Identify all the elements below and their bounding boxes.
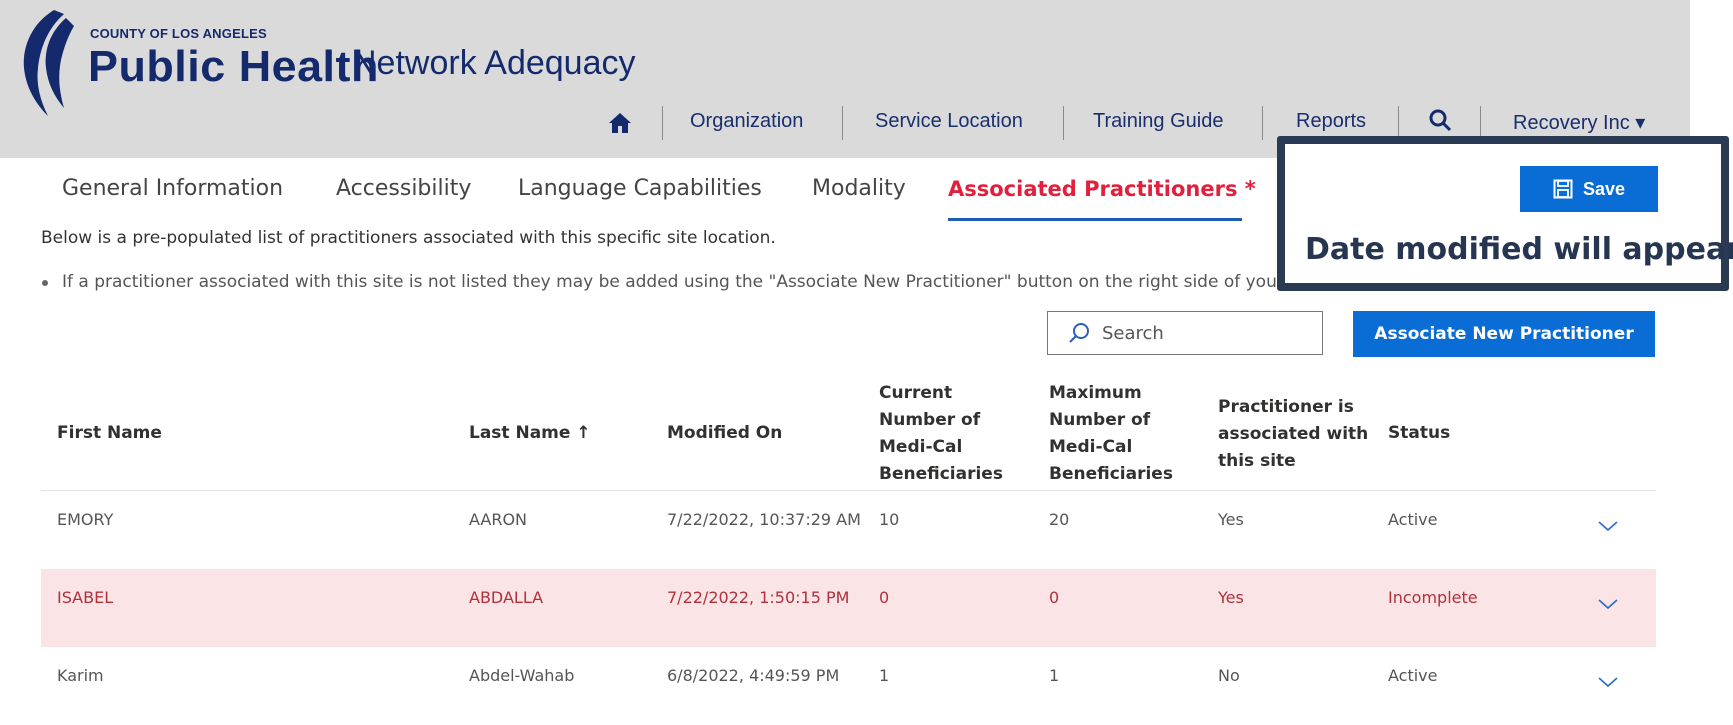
col-first-name[interactable]: First Name xyxy=(57,420,162,447)
active-tab-indicator xyxy=(948,218,1242,221)
cell-current: 1 xyxy=(879,666,890,685)
annotation-callout xyxy=(1277,136,1729,291)
bullet-marker xyxy=(42,280,48,286)
cell-current: 10 xyxy=(879,510,900,529)
col-current-beneficiaries[interactable]: Current Number of Medi-Cal Beneficiaries xyxy=(879,380,1003,488)
table-row[interactable]: Karim Abdel-Wahab 6/8/2022, 4:49:59 PM 1… xyxy=(41,647,1656,725)
nav-training-guide[interactable]: Training Guide xyxy=(1093,110,1223,133)
cell-associated: No xyxy=(1218,666,1240,685)
tab-modality[interactable]: Modality xyxy=(812,176,906,201)
col-associated-line: this site xyxy=(1218,451,1296,471)
cell-modified-on: 7/22/2022, 10:37:29 AM xyxy=(667,510,861,529)
col-modified-on[interactable]: Modified On xyxy=(667,420,782,447)
cell-maximum: 0 xyxy=(1049,588,1060,607)
nav-divider xyxy=(1063,106,1064,140)
cell-status: Active xyxy=(1388,666,1438,685)
col-maximum-line: Beneficiaries xyxy=(1049,464,1173,484)
col-status[interactable]: Status xyxy=(1388,420,1450,447)
cell-last-name: ABDALLA xyxy=(469,588,544,607)
tab-associated-practitioners[interactable]: Associated Practitioners * xyxy=(948,177,1256,201)
cell-associated: Yes xyxy=(1218,588,1244,607)
intro-text: Below is a pre-populated list of practit… xyxy=(41,228,776,248)
col-current-line: Current xyxy=(879,383,953,403)
cell-maximum: 1 xyxy=(1049,666,1060,685)
org-name-logo[interactable]: Public Health xyxy=(88,42,379,92)
app-title: Network Adequacy xyxy=(352,44,636,82)
cell-modified-on: 7/22/2022, 1:50:15 PM xyxy=(667,588,850,607)
org-line: COUNTY OF LOS ANGELES xyxy=(90,26,267,41)
cell-current: 0 xyxy=(879,588,890,607)
nav-divider xyxy=(662,106,663,140)
col-current-line: Number of xyxy=(879,410,981,430)
col-current-line: Beneficiaries xyxy=(879,464,1003,484)
associate-new-practitioner-button[interactable]: Associate New Practitioner xyxy=(1353,311,1655,357)
table-row[interactable]: EMORY AARON 7/22/2022, 10:37:29 AM 10 20… xyxy=(41,491,1656,569)
table-row[interactable]: ISABEL ABDALLA 7/22/2022, 1:50:15 PM 0 0… xyxy=(41,569,1656,647)
cell-last-name: Abdel-Wahab xyxy=(469,666,575,685)
col-associated-line: Practitioner is xyxy=(1218,397,1354,417)
instruction-bullet: If a practitioner associated with this s… xyxy=(62,272,1352,292)
col-maximum-beneficiaries[interactable]: Maximum Number of Medi-Cal Beneficiaries xyxy=(1049,380,1173,488)
col-maximum-line: Number of xyxy=(1049,410,1151,430)
search-input[interactable] xyxy=(1100,321,1304,345)
save-icon xyxy=(1553,179,1573,199)
tab-accessibility[interactable]: Accessibility xyxy=(336,176,471,201)
col-current-line: Medi-Cal xyxy=(879,437,963,457)
search-box[interactable] xyxy=(1047,311,1323,355)
county-seal-icon xyxy=(23,10,74,116)
search-icon[interactable] xyxy=(1428,108,1452,132)
save-label: Save xyxy=(1582,178,1626,199)
col-associated-line: associated with xyxy=(1218,424,1369,444)
col-maximum-line: Maximum xyxy=(1049,383,1142,403)
chevron-down-icon[interactable] xyxy=(1597,597,1619,611)
cell-last-name: AARON xyxy=(469,510,528,529)
nav-divider xyxy=(1398,106,1399,140)
account-menu[interactable]: Recovery Inc ▾ xyxy=(1513,110,1645,135)
chevron-down-icon[interactable] xyxy=(1597,675,1619,689)
col-associated-with-site[interactable]: Practitioner is associated with this sit… xyxy=(1218,394,1368,475)
col-last-name[interactable]: Last Name ↑ xyxy=(469,420,591,447)
chevron-down-icon[interactable] xyxy=(1597,519,1619,533)
nav-divider xyxy=(1480,106,1481,140)
cell-first-name: EMORY xyxy=(57,510,114,529)
cell-maximum: 20 xyxy=(1049,510,1070,529)
save-button[interactable]: Save xyxy=(1520,166,1658,212)
cell-modified-on: 6/8/2022, 4:49:59 PM xyxy=(667,666,840,685)
nav-reports[interactable]: Reports xyxy=(1296,110,1366,133)
cell-associated: Yes xyxy=(1218,510,1244,529)
cell-status: Active xyxy=(1388,510,1438,529)
cell-first-name: Karim xyxy=(57,666,104,685)
nav-divider xyxy=(842,106,843,140)
cell-first-name: ISABEL xyxy=(57,588,114,607)
nav-divider xyxy=(1262,106,1263,140)
callout-text: Date modified will appear xyxy=(1305,232,1733,267)
tab-general-information[interactable]: General Information xyxy=(62,176,283,201)
site-header: COUNTY OF LOS ANGELES Public Health Netw… xyxy=(0,0,1690,158)
tab-language-capabilities[interactable]: Language Capabilities xyxy=(518,176,762,201)
cell-status: Incomplete xyxy=(1388,588,1478,607)
home-icon[interactable] xyxy=(608,112,632,134)
nav-service-location[interactable]: Service Location xyxy=(875,110,1023,133)
col-maximum-line: Medi-Cal xyxy=(1049,437,1133,457)
search-icon xyxy=(1069,323,1089,343)
nav-organization[interactable]: Organization xyxy=(690,110,803,133)
